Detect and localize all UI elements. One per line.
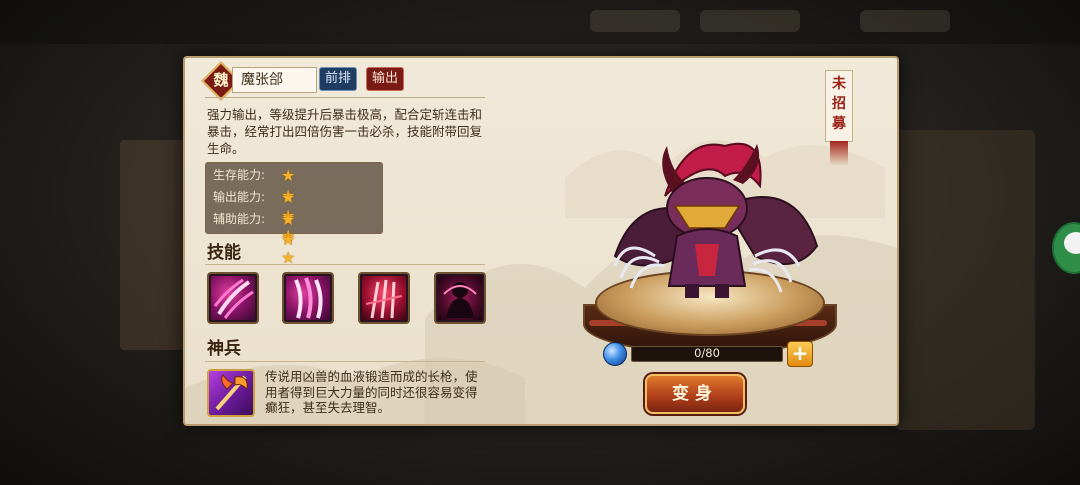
weapon-title: 神兵 [207, 339, 241, 359]
background-side-panel [895, 130, 1035, 430]
recruit-status-text: 未招募 [832, 76, 846, 132]
triple-slash-icon [294, 277, 323, 319]
background-resource-chip [860, 10, 950, 32]
hero-description: 强力输出，等级提升后暴击极高，配合定斩连击和暴击，经常打出四倍伤害一击必杀，技能… [207, 107, 483, 156]
skill-slot-2[interactable] [282, 272, 334, 324]
background-side-panel [120, 140, 190, 350]
blue-gem-icon [603, 342, 627, 366]
background-resource-chip [590, 10, 680, 32]
weapon-description: 传说用凶兽的血液锻造而成的长枪，使用者得到巨大力量的同时还很容易变得癫狂，甚至失… [265, 369, 478, 415]
add-shards-button[interactable]: + [787, 341, 813, 367]
banner-tail [830, 141, 848, 165]
stat-row-survival: 生存能力: ★★★★ [213, 165, 295, 244]
skills-title: 技能 [207, 243, 241, 263]
header-divider [205, 97, 485, 98]
skills-divider [205, 264, 485, 265]
claw-slash-icon [213, 278, 254, 319]
role-tag: 输出 [366, 67, 404, 91]
faction-label: 魏 [213, 71, 229, 89]
skill-slot-1[interactable] [207, 272, 259, 324]
background-resource-chip [700, 10, 800, 32]
hero-model-image [613, 142, 819, 298]
stat-label: 输出能力: [213, 190, 266, 204]
star-rating: ★★ [281, 210, 301, 248]
progress-text: 0/80 [694, 346, 720, 360]
weapon-divider [205, 361, 485, 362]
recruit-status-banner: 未招募 [825, 70, 853, 165]
stat-row-support: 辅助能力: ★★ [213, 209, 295, 248]
star-icon: ★ [281, 166, 296, 185]
stat-row-damage: 输出能力: ★★★★★ [213, 187, 295, 286]
ability-ratings: 生存能力: ★★★★ 输出能力: ★★★★★ 辅助能力: ★★ [205, 162, 383, 286]
skill-slot-4[interactable] [434, 272, 486, 324]
transform-button[interactable]: 变身 [645, 374, 745, 414]
star-rating: ★★★★ [281, 166, 301, 244]
shadow-figure-icon [443, 282, 477, 318]
position-tag: 前排 [319, 67, 357, 91]
shard-progress: 0/80 + [603, 341, 813, 367]
skill-slot-3[interactable] [358, 272, 410, 324]
crimson-claw-icon [365, 279, 403, 319]
stat-label: 生存能力: [213, 168, 266, 182]
star-icon: ★ [281, 210, 296, 229]
hero-info-panel: 魏 魔张郃 前排 输出 强力输出，等级提升后暴击极高，配合定斩连击和暴击，经常打… [183, 56, 899, 426]
halberd-icon [215, 374, 248, 411]
panda-avatar-icon[interactable] [1052, 222, 1080, 274]
stat-label: 辅助能力: [213, 212, 266, 226]
star-icon: ★ [281, 188, 296, 207]
star-icon: ★ [281, 230, 296, 249]
weapon-slot[interactable] [207, 369, 255, 417]
star-rating: ★★★★★ [281, 188, 301, 286]
hero-name: 魔张郃 [232, 67, 317, 93]
